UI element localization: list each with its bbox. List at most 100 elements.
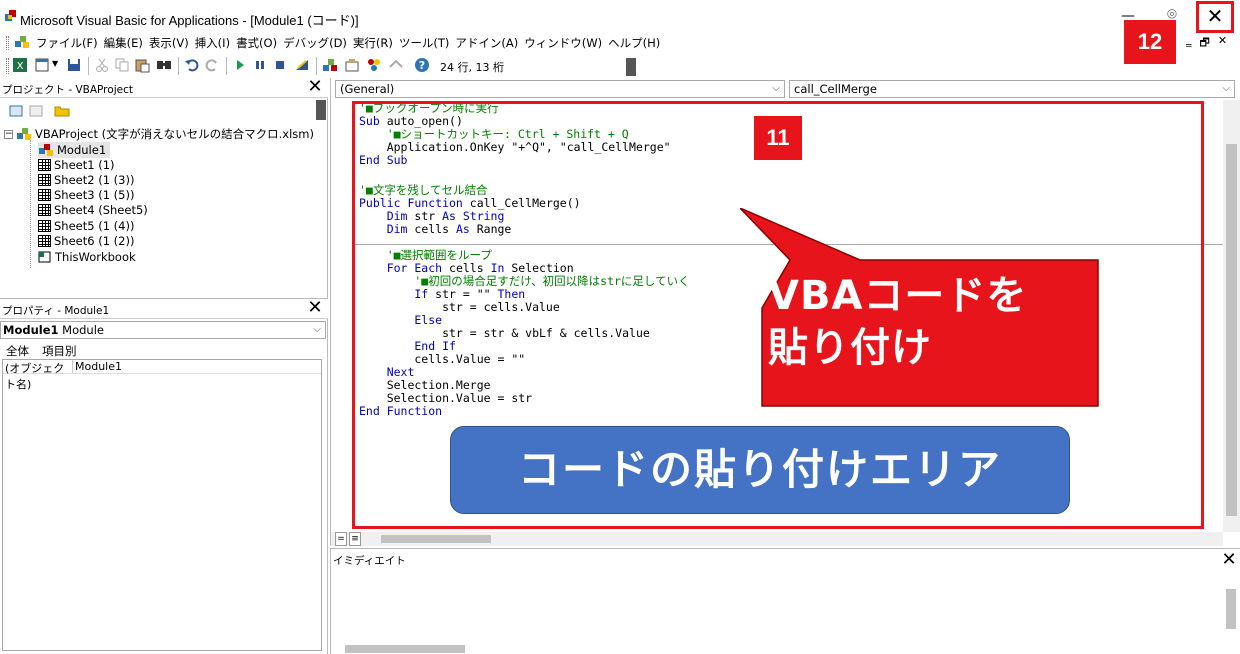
menu-insert[interactable]: 挿入(I) (195, 35, 236, 51)
code-vertical-scrollbar[interactable] (1223, 100, 1240, 532)
full-module-view-button[interactable]: ≡ (349, 532, 361, 546)
project-close-button[interactable]: ✕ (306, 78, 324, 96)
window-title: Microsoft Visual Basic for Applications … (20, 13, 359, 28)
tree-item-sheet5[interactable]: Sheet5 (1 (4)) (38, 218, 134, 234)
property-key: (オブジェクト名) (3, 360, 73, 391)
tree-item-sheet1[interactable]: Sheet1 (1) (38, 157, 115, 173)
menu-help[interactable]: ヘルプ(H) (608, 35, 666, 51)
object-type: Module (62, 323, 104, 337)
tree-item-label: Module1 (57, 143, 107, 157)
tree-item-sheet3[interactable]: Sheet3 (1 (5)) (38, 187, 134, 203)
property-value[interactable]: Module1 (73, 360, 122, 373)
tree-item-sheet6[interactable]: Sheet6 (1 (2)) (38, 233, 134, 249)
tree-item-thisworkbook[interactable]: ThisWorkbook (38, 249, 136, 265)
redo-icon[interactable] (204, 57, 220, 73)
workbook-icon (38, 251, 51, 263)
paste-area-label: コードの貼り付けエリア (450, 426, 1070, 514)
tab-category[interactable]: 項目別 (42, 343, 77, 359)
sheet-icon (38, 159, 51, 171)
step-badge-11: 11 (754, 116, 802, 160)
svg-text:X: X (17, 61, 24, 72)
view-object-icon[interactable] (28, 103, 44, 119)
mdi-restore-button[interactable]: 🗗 (1200, 34, 1210, 50)
menu-file[interactable]: ファイル(F) (36, 35, 104, 51)
callout-line-2: 貼り付け (768, 325, 932, 371)
chevron-down-icon[interactable]: ⌵ (313, 322, 321, 338)
immediate-vertical-scroll[interactable] (1226, 589, 1236, 629)
immediate-horizontal-scroll[interactable] (345, 645, 465, 653)
immediate-close-button[interactable]: ✕ (1220, 551, 1238, 569)
menu-addins[interactable]: アドイン(A) (455, 35, 524, 51)
menu-edit[interactable]: 編集(E) (104, 35, 149, 51)
properties-close-button[interactable]: ✕ (306, 299, 324, 317)
menu-tools[interactable]: ツール(T) (399, 35, 456, 51)
immediate-window[interactable]: イミディエイト ✕ (330, 548, 1240, 654)
sheet-icon (38, 204, 51, 216)
menu-view[interactable]: 表示(V) (149, 35, 195, 51)
scroll-thumb[interactable] (1226, 144, 1237, 516)
menu-bar: ファイル(F) 編集(E) 表示(V) 挿入(I) 書式(O) デバッグ(D) … (0, 32, 1240, 54)
tab-all[interactable]: 全体 (6, 343, 29, 359)
sheet-icon (38, 235, 51, 247)
chevron-down-icon[interactable]: ▼ (52, 59, 58, 68)
tree-item-label: Sheet3 (1 (5)) (54, 188, 135, 202)
toolbar-overflow[interactable] (626, 58, 636, 76)
cut-icon[interactable] (94, 57, 110, 73)
toolbox-icon[interactable] (388, 57, 404, 73)
tree-item-module1[interactable]: Module1 (38, 142, 111, 158)
excel-icon[interactable]: X (12, 57, 28, 73)
immediate-title: イミディエイト (333, 555, 406, 567)
tree-item-label: Sheet5 (1 (4)) (54, 219, 135, 233)
menu-format[interactable]: 書式(O) (236, 35, 283, 51)
procedure-view-button[interactable]: = (335, 532, 347, 546)
object-combo[interactable]: (General) ⌵ (335, 80, 785, 98)
sheet-icon (38, 174, 51, 186)
object-combo-value: (General) (340, 82, 395, 96)
collapse-icon[interactable]: − (4, 129, 13, 139)
design-mode-icon[interactable] (294, 57, 310, 73)
paste-icon[interactable] (134, 57, 150, 73)
procedure-combo[interactable]: call_CellMerge ⌵ (789, 80, 1235, 98)
mdi-close-button[interactable]: ✕ (1218, 34, 1227, 50)
module-icon (39, 144, 53, 156)
run-icon[interactable] (232, 57, 248, 73)
code-horizontal-scrollbar[interactable]: = ≡ (331, 532, 1223, 546)
tree-item-sheet2[interactable]: Sheet2 (1 (3)) (38, 172, 134, 188)
menu-run[interactable]: 実行(R) (353, 35, 399, 51)
menu-grip[interactable] (6, 36, 9, 50)
mdi-minimize-button[interactable]: ‗ (1186, 34, 1192, 50)
object-select[interactable]: Module1 Module ⌵ (0, 321, 326, 339)
view-code-icon[interactable] (8, 103, 24, 119)
find-icon[interactable] (156, 57, 172, 73)
vba-menu-icon[interactable] (14, 34, 30, 50)
cursor-position: 24 行, 13 桁 (440, 61, 504, 74)
sheet-icon (38, 220, 51, 232)
toggle-folders-icon[interactable] (54, 103, 70, 119)
chevron-down-icon[interactable]: ⌵ (772, 81, 780, 97)
vba-app-icon (5, 10, 16, 21)
toolbar-grip[interactable] (6, 58, 9, 74)
tree-item-sheet4[interactable]: Sheet4 (Sheet5) (38, 202, 148, 218)
insert-module-icon[interactable] (34, 57, 50, 73)
project-toolbar-overflow[interactable] (316, 100, 326, 120)
help-icon[interactable]: ? (414, 57, 430, 73)
undo-icon[interactable] (184, 57, 200, 73)
tree-root[interactable]: − VBAProject (文字が消えないセルの結合マクロ.xlsm) (4, 126, 314, 142)
tree-item-label: Sheet4 (Sheet5) (54, 203, 148, 217)
save-icon[interactable] (66, 57, 82, 73)
menu-window[interactable]: ウィンドウ(W) (524, 35, 608, 51)
copy-icon[interactable] (114, 57, 130, 73)
object-browser-icon[interactable] (366, 57, 382, 73)
break-icon[interactable] (252, 57, 268, 73)
tree-item-label: Sheet6 (1 (2)) (54, 234, 135, 248)
close-window-button[interactable]: ✕ (1196, 1, 1234, 33)
reset-icon[interactable] (272, 57, 288, 73)
scroll-thumb[interactable] (381, 535, 491, 543)
properties-title: プロパティ - Module1 (2, 305, 110, 317)
menu-debug[interactable]: デバッグ(D) (283, 35, 353, 51)
chevron-down-icon[interactable]: ⌵ (1222, 81, 1230, 97)
properties-icon[interactable] (344, 57, 360, 73)
project-toolbar (0, 100, 328, 122)
property-row[interactable]: (オブジェクト名) Module1 (3, 360, 321, 391)
project-explorer-icon[interactable] (322, 57, 338, 73)
